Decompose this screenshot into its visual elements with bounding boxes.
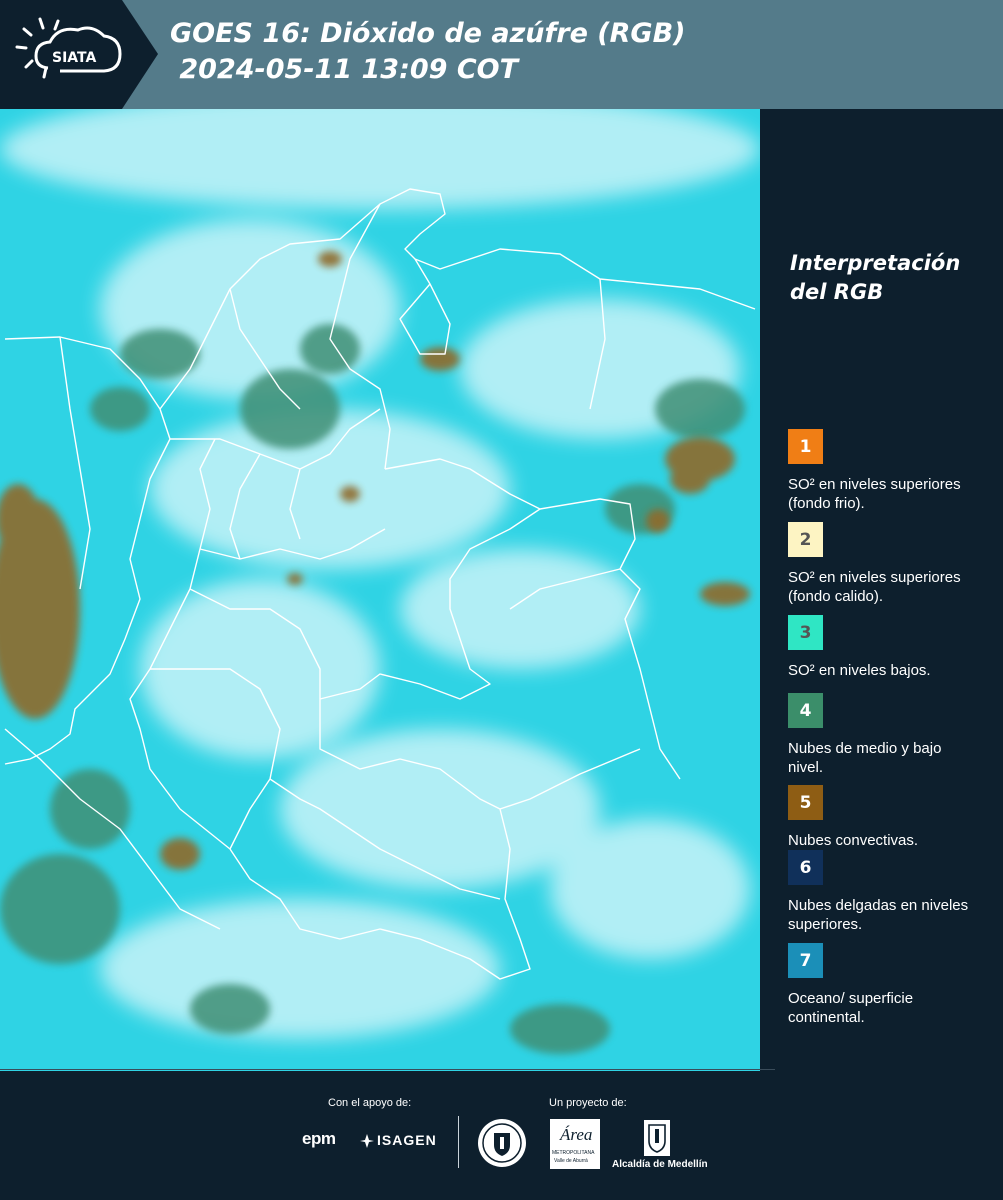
satellite-map[interactable]: [0, 109, 760, 1071]
legend-swatch: 4: [788, 693, 823, 728]
legend-label: SO² en niveles bajos.: [788, 662, 931, 679]
legend-swatch: 5: [788, 785, 823, 820]
legend-swatch: 6: [788, 850, 823, 885]
legend-title: Interpretación del RGB: [790, 251, 961, 304]
project-label: Un proyecto de:: [549, 1097, 627, 1109]
legend-item: 7 Oceano/ superficie continental.: [788, 943, 998, 1027]
legend-item: 3 SO² en niveles bajos.: [788, 615, 998, 680]
divider: [0, 1069, 775, 1070]
map-image: [0, 109, 760, 1071]
legend-swatch: 3: [788, 615, 823, 650]
legend-label: Nubes convectivas.: [788, 832, 919, 849]
legend-item: 6 Nubes delgadas en niveles superiores.: [788, 850, 998, 934]
legend-item: 1 SO² en niveles superiores (fondo frio).: [788, 429, 998, 513]
logo-text: SIATA: [52, 50, 97, 66]
support-label: Con el apoyo de:: [328, 1097, 412, 1109]
isagen-icon: [360, 1133, 374, 1152]
footer-separator: [458, 1116, 459, 1168]
legend-item: 2 SO² en niveles superiores (fondo calido…: [788, 522, 998, 606]
area-metropolitana-logo: Área METROPOLITANA Valle de Aburrá: [550, 1119, 600, 1169]
isagen-logo: ISAGEN: [377, 1132, 437, 1148]
legend-swatch: 1: [788, 429, 823, 464]
legend-swatch: 7: [788, 943, 823, 978]
page-title: GOES 16: Dióxido de azúfre (RGB) 2024-05…: [170, 18, 686, 85]
header: SIATA GOES 16: Dióxido de azúfre (RGB) 2…: [0, 0, 1003, 109]
legend-item: 4 Nubes de medio y bajo nivel.: [788, 693, 998, 777]
legend-panel: Interpretación del RGB 1 SO² en niveles s…: [760, 109, 1003, 1071]
alcaldia-label: Alcaldía de Medellín: [612, 1159, 708, 1170]
siata-logo: SIATA: [0, 0, 158, 109]
alcaldia-crest-icon: [643, 1119, 671, 1161]
legend-label: Nubes delgadas en niveles superiores.: [788, 897, 969, 933]
legend-item: 5 Nubes convectivas.: [788, 785, 998, 850]
medellin-seal: [477, 1118, 527, 1172]
legend-label: SO² en niveles superiores (fondo calido)…: [788, 569, 961, 605]
legend-label: SO² en niveles superiores (fondo frio).: [788, 476, 961, 512]
legend-label: Nubes de medio y bajo nivel.: [788, 740, 942, 776]
legend-label: Oceano/ superficie continental.: [788, 990, 914, 1026]
legend-swatch: 2: [788, 522, 823, 557]
epm-logo: epm: [302, 1129, 336, 1148]
footer: Con el apoyo de: Un proyecto de: epm ISA…: [0, 1069, 1003, 1200]
